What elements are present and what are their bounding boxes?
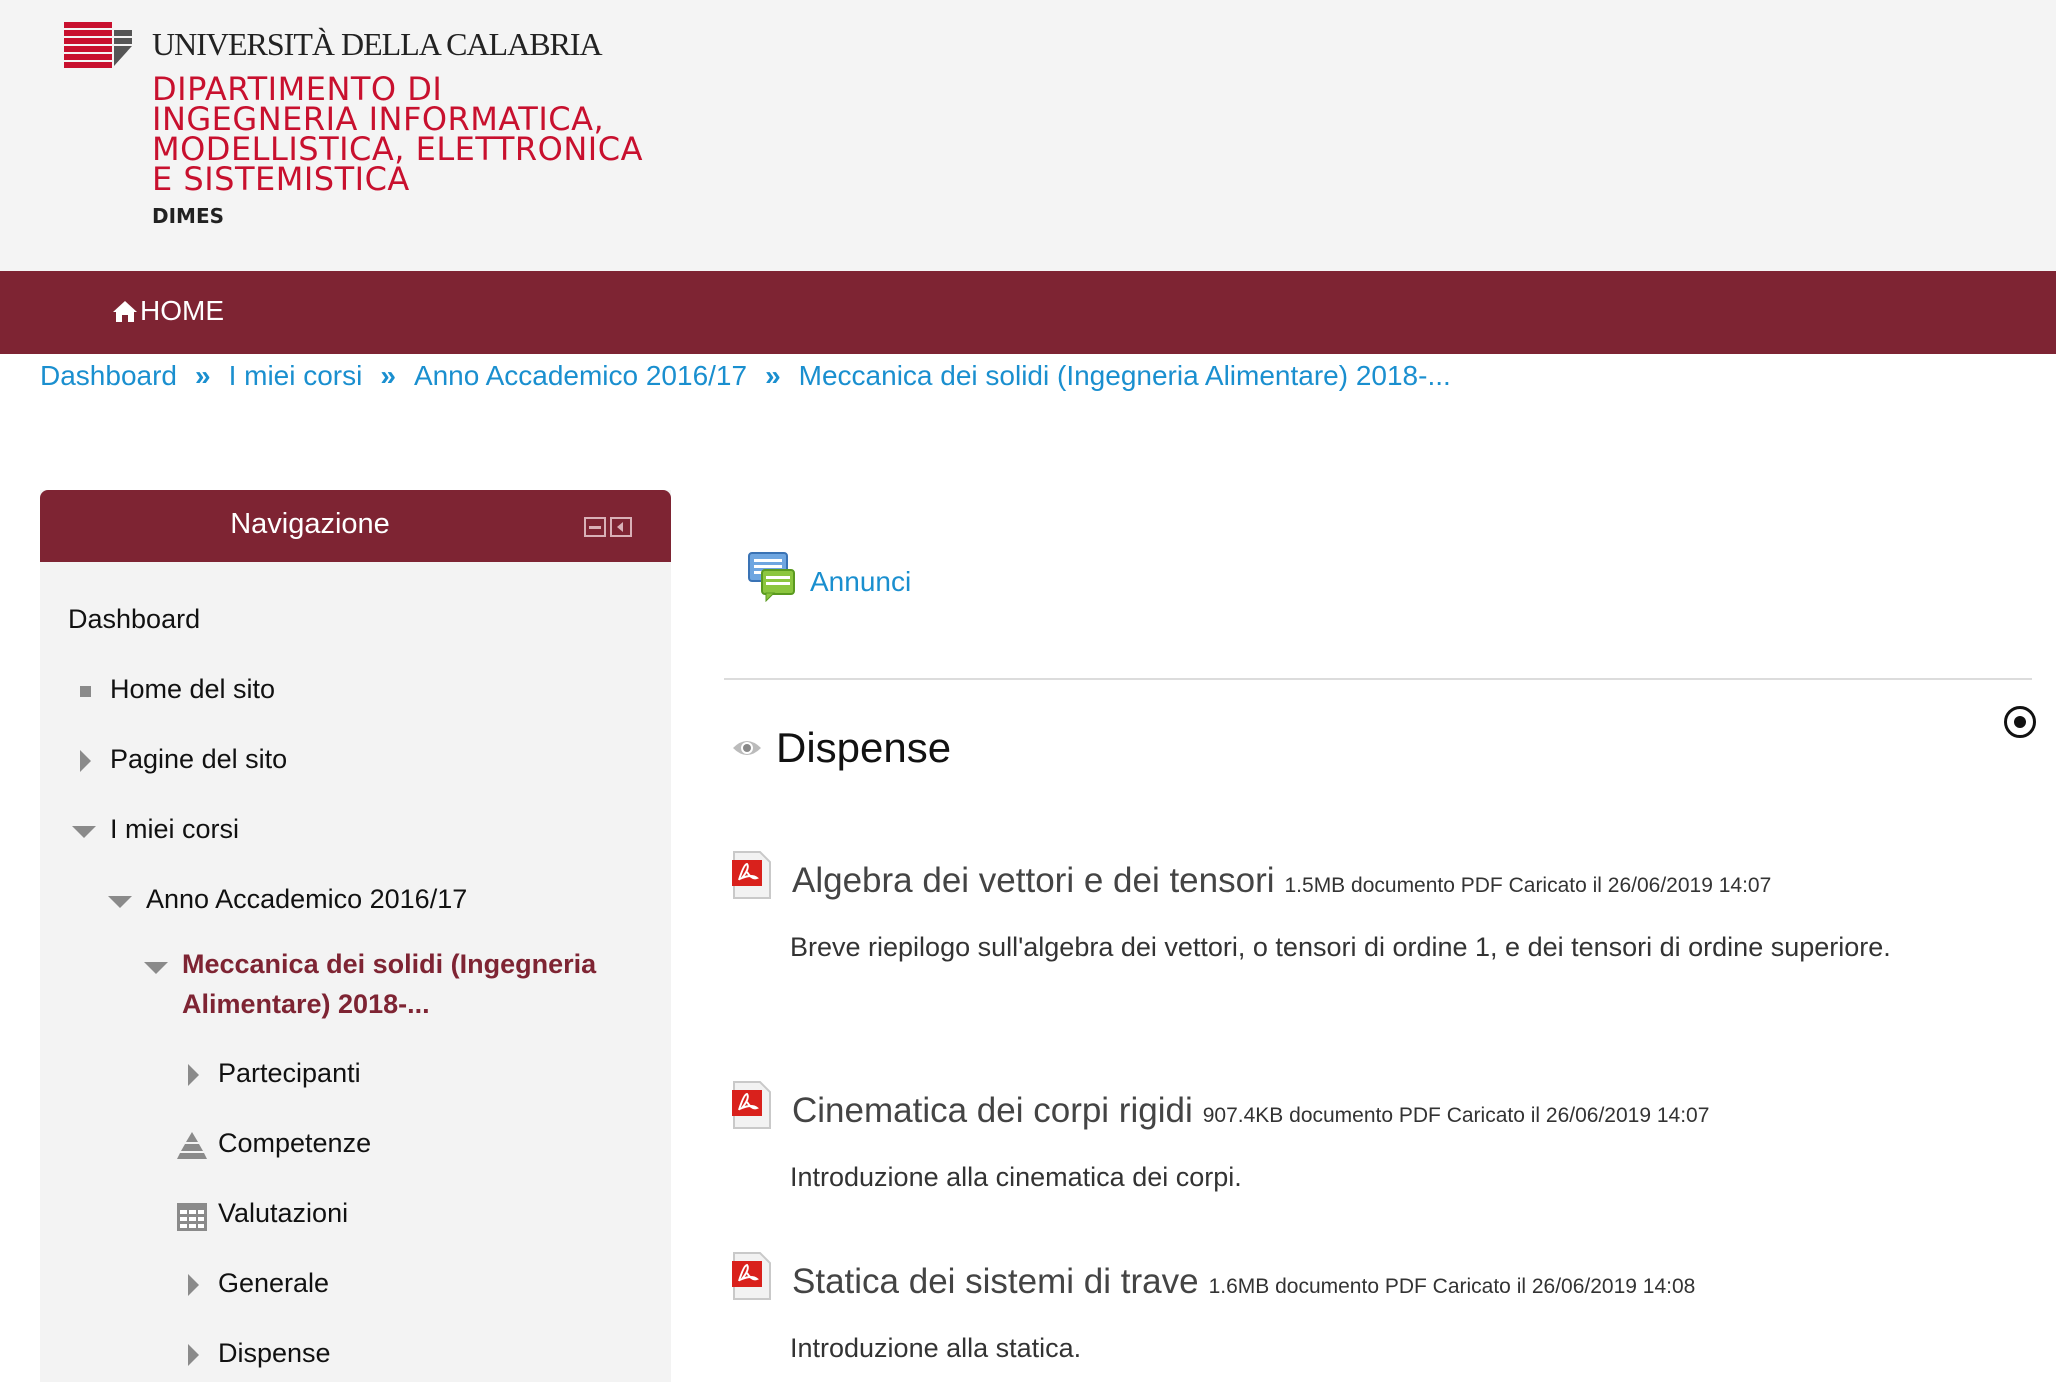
resource-row: Statica dei sistemi di trave 1.6MB docum… [730,1243,1695,1302]
expand-arrow-icon[interactable] [188,1274,199,1296]
nav-item-i-miei-corsi[interactable]: I miei corsi [72,814,240,845]
department-name: DIPARTIMENTO DI INGEGNERIA INFORMATICA, … [152,70,643,198]
breadcrumb-separator-icon: » [194,360,211,391]
resource-description: Introduzione alla cinematica dei corpi. [790,1162,1242,1192]
square-bullet-icon [80,686,91,697]
resource-row: Algebra dei vettori e dei tensori 1.5MB … [730,842,1771,901]
nav-item-dispense[interactable]: Dispense [188,1338,331,1369]
nav-item-valutazioni[interactable]: Valutazioni [177,1198,349,1231]
resource-row: Cinematica dei corpi rigidi 907.4KB docu… [730,1072,1709,1131]
competencies-icon [177,1132,207,1159]
department-acronym: DIMES [152,204,225,228]
navigation-block-title: Navigazione [230,508,390,540]
nav-item-label: Generale [218,1268,330,1298]
section-divider [724,678,2032,680]
collapse-arrow-icon[interactable] [108,896,132,908]
navigation-block: Navigazione Dashboard Home del sito Pagi… [40,490,671,1382]
nav-item-competenze[interactable]: Competenze [177,1128,372,1159]
breadcrumb-separator-icon: » [765,360,781,391]
nav-item-partecipanti[interactable]: Partecipanti [188,1058,361,1089]
expand-arrow-icon[interactable] [188,1344,199,1366]
collapse-block-icon[interactable] [584,517,606,537]
nav-item-label: Dashboard [68,604,201,634]
pdf-file-icon[interactable] [730,1080,774,1130]
nav-item-pagine-del-sito[interactable]: Pagine del sito [80,744,288,775]
dock-block-icon[interactable] [610,517,632,537]
resource-title-link[interactable]: Algebra dei vettori e dei tensori [792,861,1275,901]
university-logo-icon [64,22,132,68]
highlight-section-icon[interactable] [2004,706,2036,738]
home-icon [113,301,137,322]
breadcrumb-my-courses[interactable]: I miei corsi [229,360,363,392]
main-navbar: HOME [0,271,2056,354]
section-title: Dispense [776,724,952,771]
breadcrumb: Dashboard » I miei corsi » Anno Accademi… [40,360,1451,392]
nav-item-label: Anno Accademico 2016/17 [146,884,468,914]
nav-item-label: Valutazioni [218,1198,349,1228]
resource-title-link[interactable]: Statica dei sistemi di trave [792,1262,1199,1302]
breadcrumb-course[interactable]: Meccanica dei solidi (Ingegneria Aliment… [799,360,1451,392]
resource-meta: 907.4KB documento PDF Caricato il 26/06/… [1202,1104,1710,1127]
nav-item-label: I miei corsi [110,814,240,844]
collapse-arrow-icon[interactable] [144,962,168,974]
eye-icon[interactable] [732,738,762,758]
forum-icon [748,552,795,602]
resource-description: Introduzione alla statica. [790,1333,1082,1363]
nav-item-anno-accademico[interactable]: Anno Accademico 2016/17 [108,884,468,915]
nav-item-label: Partecipanti [218,1058,361,1088]
section-header: Dispense [732,724,951,772]
resource-meta: 1.5MB documento PDF Caricato il 26/06/20… [1284,874,1772,897]
nav-item-generale[interactable]: Generale [188,1268,330,1299]
nav-item-current-course[interactable]: Meccanica dei solidi (Ingegneria Aliment… [144,944,642,1024]
nav-item-label: Dispense [218,1338,331,1368]
expand-arrow-icon[interactable] [188,1064,199,1086]
navigation-block-header: Navigazione [40,490,671,562]
forum-annunci-link[interactable]: Annunci [748,552,911,602]
nav-item-label: Home del sito [110,674,276,704]
home-link[interactable]: HOME [112,295,224,327]
nav-item-label: Meccanica dei solidi (Ingegneria Aliment… [182,949,597,1019]
nav-item-dashboard[interactable]: Dashboard [68,604,200,635]
resource-meta: 1.6MB documento PDF Caricato il 26/06/20… [1208,1275,1696,1298]
grades-table-icon [177,1203,207,1231]
forum-label: Annunci [810,566,912,597]
nav-item-label: Competenze [218,1128,372,1158]
expand-arrow-icon[interactable] [80,750,91,772]
nav-item-label: Pagine del sito [110,744,288,774]
university-name: UNIVERSITÀ DELLA CALABRIA [152,26,603,62]
site-header: UNIVERSITÀ DELLA CALABRIA DIPARTIMENTO D… [0,0,2056,271]
home-label: HOME [140,295,224,326]
resource-title-link[interactable]: Cinematica dei corpi rigidi [792,1091,1193,1131]
breadcrumb-academic-year[interactable]: Anno Accademico 2016/17 [414,360,747,392]
resource-description: Breve riepilogo sull'algebra dei vettori… [790,932,1891,962]
pdf-file-icon[interactable] [730,1251,774,1301]
collapse-arrow-icon[interactable] [72,826,96,838]
breadcrumb-dashboard[interactable]: Dashboard [40,360,177,392]
breadcrumb-separator-icon: » [380,360,396,391]
pdf-file-icon[interactable] [730,850,774,900]
nav-item-home-del-sito[interactable]: Home del sito [80,674,276,705]
